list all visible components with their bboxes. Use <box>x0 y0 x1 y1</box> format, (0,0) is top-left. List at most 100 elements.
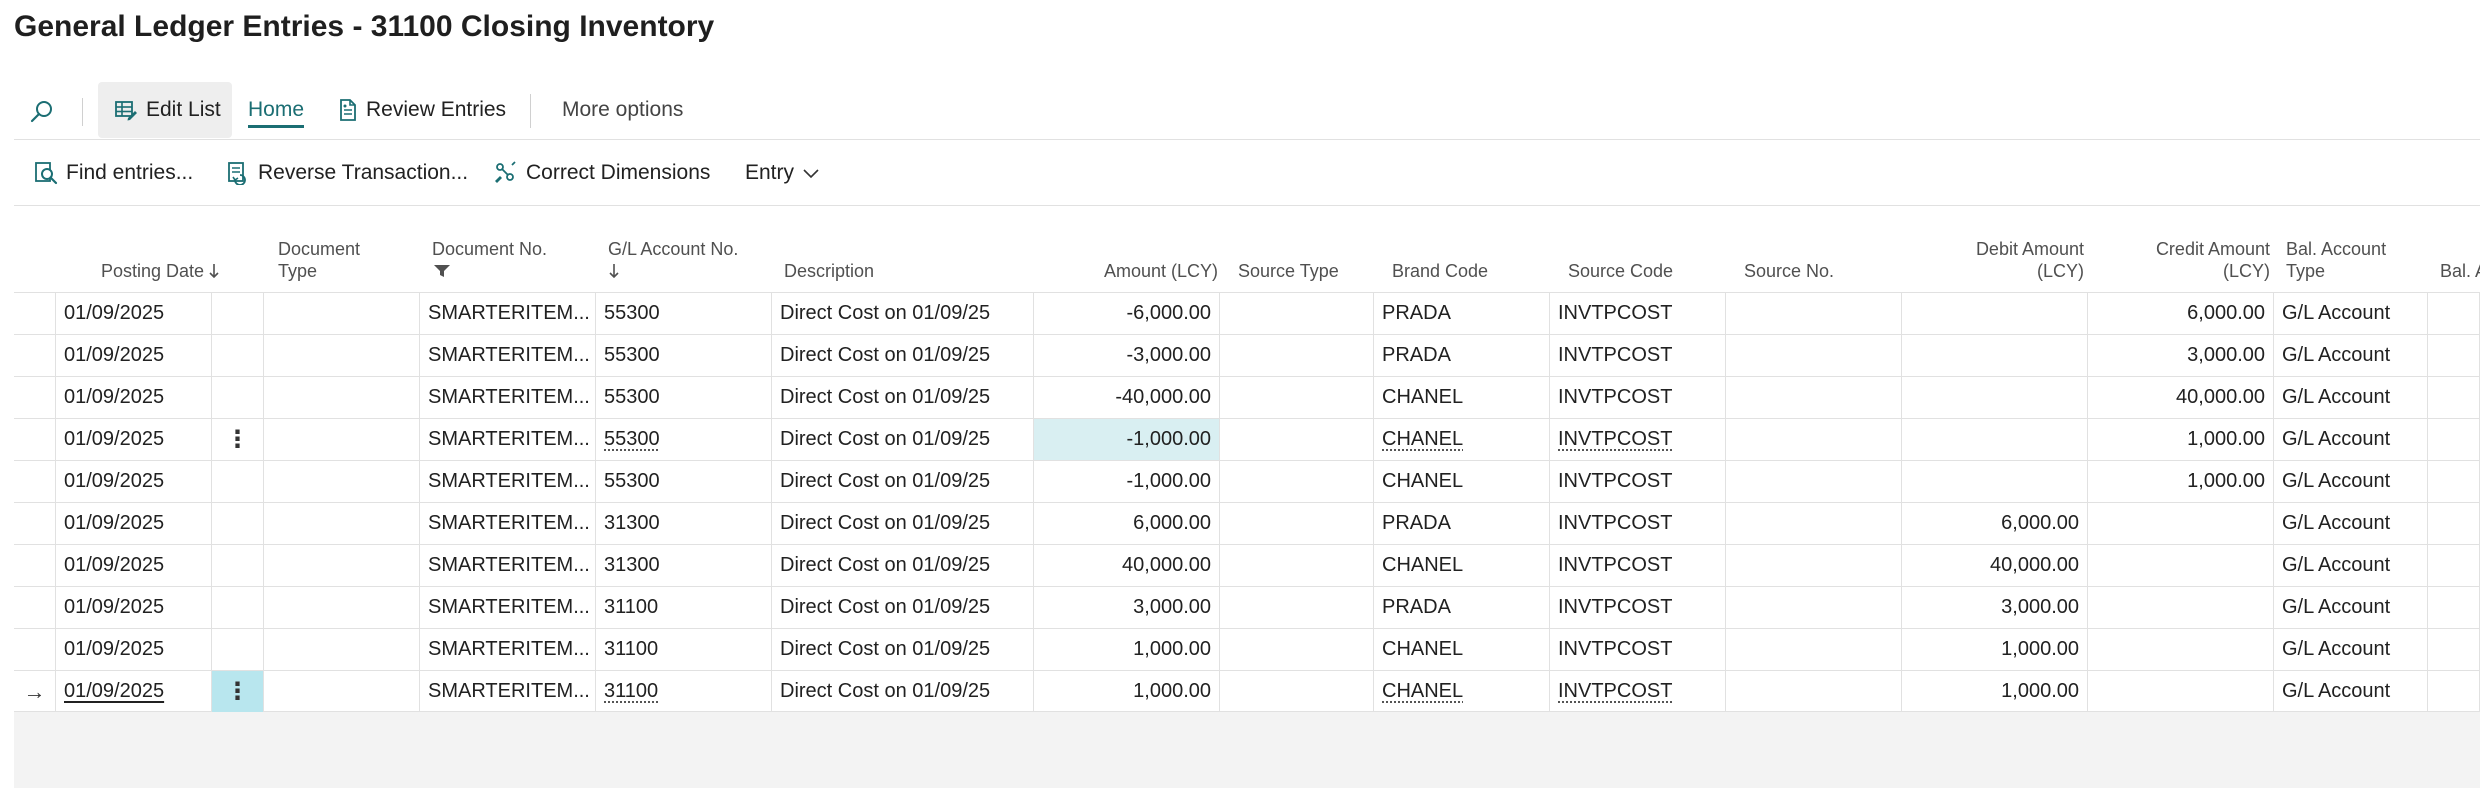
cell-gl-account-no[interactable]: 55300 <box>596 335 772 376</box>
cell-source-type[interactable] <box>1220 503 1374 544</box>
col-header-bal-account-type[interactable]: Bal. Account Type <box>2280 228 2430 292</box>
cell-document-type[interactable] <box>264 293 420 334</box>
row-indicator[interactable] <box>14 629 56 670</box>
row-indicator[interactable] <box>14 293 56 334</box>
cell-bal-account-no[interactable] <box>2428 671 2480 712</box>
cell-bal-account-no[interactable] <box>2428 377 2480 418</box>
cell-debit-amount[interactable] <box>1902 377 2088 418</box>
cell-bal-account-type[interactable]: G/L Account <box>2274 461 2428 502</box>
cell-document-no[interactable]: SMARTERITEM... <box>420 335 596 376</box>
cell-gl-account-no[interactable]: 55300 <box>596 461 772 502</box>
cell-source-no[interactable] <box>1726 377 1902 418</box>
cell-source-code[interactable]: INVTPCOST <box>1550 671 1726 712</box>
cell-bal-account-type[interactable]: G/L Account <box>2274 503 2428 544</box>
cell-description[interactable]: Direct Cost on 01/09/25 <box>772 419 1034 460</box>
cell-debit-amount[interactable] <box>1902 293 2088 334</box>
cell-document-type[interactable] <box>264 629 420 670</box>
table-row[interactable]: 01/09/2025 SMARTERITEM... 55300 Direct Cost… <box>14 460 2480 502</box>
cell-menu[interactable] <box>212 461 264 502</box>
cell-document-type[interactable] <box>264 671 420 712</box>
cell-debit-amount[interactable]: 1,000.00 <box>1902 629 2088 670</box>
cell-source-no[interactable] <box>1726 629 1902 670</box>
vertical-ellipsis-icon[interactable]: ⋮ <box>226 678 250 705</box>
cell-source-code[interactable]: INVTPCOST <box>1550 335 1726 376</box>
row-indicator[interactable] <box>14 461 56 502</box>
cell-credit-amount[interactable]: 3,000.00 <box>2088 335 2274 376</box>
cell-document-no[interactable]: SMARTERITEM... <box>420 461 596 502</box>
cell-document-no[interactable]: SMARTERITEM... <box>420 545 596 586</box>
cell-debit-amount[interactable] <box>1902 461 2088 502</box>
cell-source-code[interactable]: INVTPCOST <box>1550 461 1726 502</box>
cell-bal-account-type[interactable]: G/L Account <box>2274 671 2428 712</box>
find-entries-button[interactable]: Find entries... <box>34 155 193 191</box>
cell-document-no[interactable]: SMARTERITEM... <box>420 503 596 544</box>
row-indicator[interactable] <box>14 503 56 544</box>
cell-credit-amount[interactable]: 1,000.00 <box>2088 419 2274 460</box>
cell-posting-date[interactable]: 01/09/2025 <box>56 335 212 376</box>
cell-menu[interactable] <box>212 335 264 376</box>
cell-posting-date[interactable]: 01/09/2025 <box>56 629 212 670</box>
row-indicator[interactable] <box>14 377 56 418</box>
cell-document-no[interactable]: SMARTERITEM... <box>420 629 596 670</box>
cell-source-type[interactable] <box>1220 461 1374 502</box>
cell-document-type[interactable] <box>264 545 420 586</box>
cell-source-type[interactable] <box>1220 587 1374 628</box>
col-header-source-code[interactable]: Source Code <box>1562 228 1734 292</box>
cell-bal-account-type[interactable]: G/L Account <box>2274 545 2428 586</box>
row-indicator[interactable] <box>14 545 56 586</box>
cell-brand-code[interactable]: CHANEL <box>1374 461 1550 502</box>
cell-source-no[interactable] <box>1726 671 1902 712</box>
table-row[interactable]: 01/09/2025 SMARTERITEM... 31100 Direct Cost… <box>14 586 2480 628</box>
cell-bal-account-type[interactable]: G/L Account <box>2274 293 2428 334</box>
cell-source-no[interactable] <box>1726 545 1902 586</box>
col-header-bal-account-no[interactable]: Bal. A <box>2434 228 2480 292</box>
cell-gl-account-no[interactable]: 31300 <box>596 503 772 544</box>
cell-brand-code[interactable]: CHANEL <box>1374 545 1550 586</box>
cell-posting-date[interactable]: 01/09/2025 <box>56 461 212 502</box>
cell-amount[interactable]: -40,000.00 <box>1034 377 1220 418</box>
cell-brand-code[interactable]: PRADA <box>1374 587 1550 628</box>
cell-amount[interactable]: 6,000.00 <box>1034 503 1220 544</box>
cell-brand-code[interactable]: PRADA <box>1374 335 1550 376</box>
cell-source-type[interactable] <box>1220 419 1374 460</box>
cell-bal-account-no[interactable] <box>2428 419 2480 460</box>
cell-brand-code[interactable]: CHANEL <box>1374 629 1550 670</box>
col-header-source-type[interactable]: Source Type <box>1232 228 1382 292</box>
vertical-ellipsis-icon[interactable]: ⋮ <box>226 426 250 453</box>
cell-document-type[interactable] <box>264 461 420 502</box>
cell-credit-amount[interactable]: 1,000.00 <box>2088 461 2274 502</box>
edit-list-button[interactable]: Edit List <box>98 82 232 138</box>
cell-document-type[interactable] <box>264 377 420 418</box>
cell-debit-amount[interactable] <box>1902 335 2088 376</box>
cell-source-no[interactable] <box>1726 419 1902 460</box>
reverse-transaction-button[interactable]: Reverse Transaction... <box>226 155 468 191</box>
row-indicator[interactable] <box>14 587 56 628</box>
cell-source-type[interactable] <box>1220 377 1374 418</box>
col-header-document-no[interactable]: Document No. <box>426 228 598 292</box>
cell-source-code[interactable]: INVTPCOST <box>1550 377 1726 418</box>
cell-source-type[interactable] <box>1220 335 1374 376</box>
cell-posting-date[interactable]: 01/09/2025 <box>56 503 212 544</box>
cell-amount[interactable]: -3,000.00 <box>1034 335 1220 376</box>
cell-posting-date[interactable]: 01/09/2025 <box>56 545 212 586</box>
cell-menu[interactable] <box>212 587 264 628</box>
cell-posting-date[interactable]: 01/09/2025 <box>56 671 212 712</box>
cell-description[interactable]: Direct Cost on 01/09/25 <box>772 545 1034 586</box>
cell-amount[interactable]: 1,000.00 <box>1034 629 1220 670</box>
cell-amount[interactable]: 3,000.00 <box>1034 587 1220 628</box>
cell-debit-amount[interactable]: 3,000.00 <box>1902 587 2088 628</box>
cell-document-type[interactable] <box>264 335 420 376</box>
cell-posting-date[interactable]: 01/09/2025 <box>56 419 212 460</box>
cell-credit-amount[interactable] <box>2088 545 2274 586</box>
table-row[interactable]: 01/09/2025 SMARTERITEM... 55300 Direct Cost… <box>14 292 2480 334</box>
cell-amount[interactable]: 1,000.00 <box>1034 671 1220 712</box>
table-row[interactable]: 01/09/2025 ⋮ SMARTERITEM... 55300 Direct Cos… <box>14 418 2480 460</box>
cell-source-type[interactable] <box>1220 545 1374 586</box>
cell-description[interactable]: Direct Cost on 01/09/25 <box>772 629 1034 670</box>
col-header-credit-amount[interactable]: Credit Amount (LCY) <box>2094 228 2276 292</box>
cell-source-no[interactable] <box>1726 461 1902 502</box>
cell-document-no[interactable]: SMARTERITEM... <box>420 293 596 334</box>
cell-description[interactable]: Direct Cost on 01/09/25 <box>772 587 1034 628</box>
cell-document-no[interactable]: SMARTERITEM... <box>420 671 596 712</box>
col-header-posting-date[interactable]: Posting Date <box>56 228 226 292</box>
